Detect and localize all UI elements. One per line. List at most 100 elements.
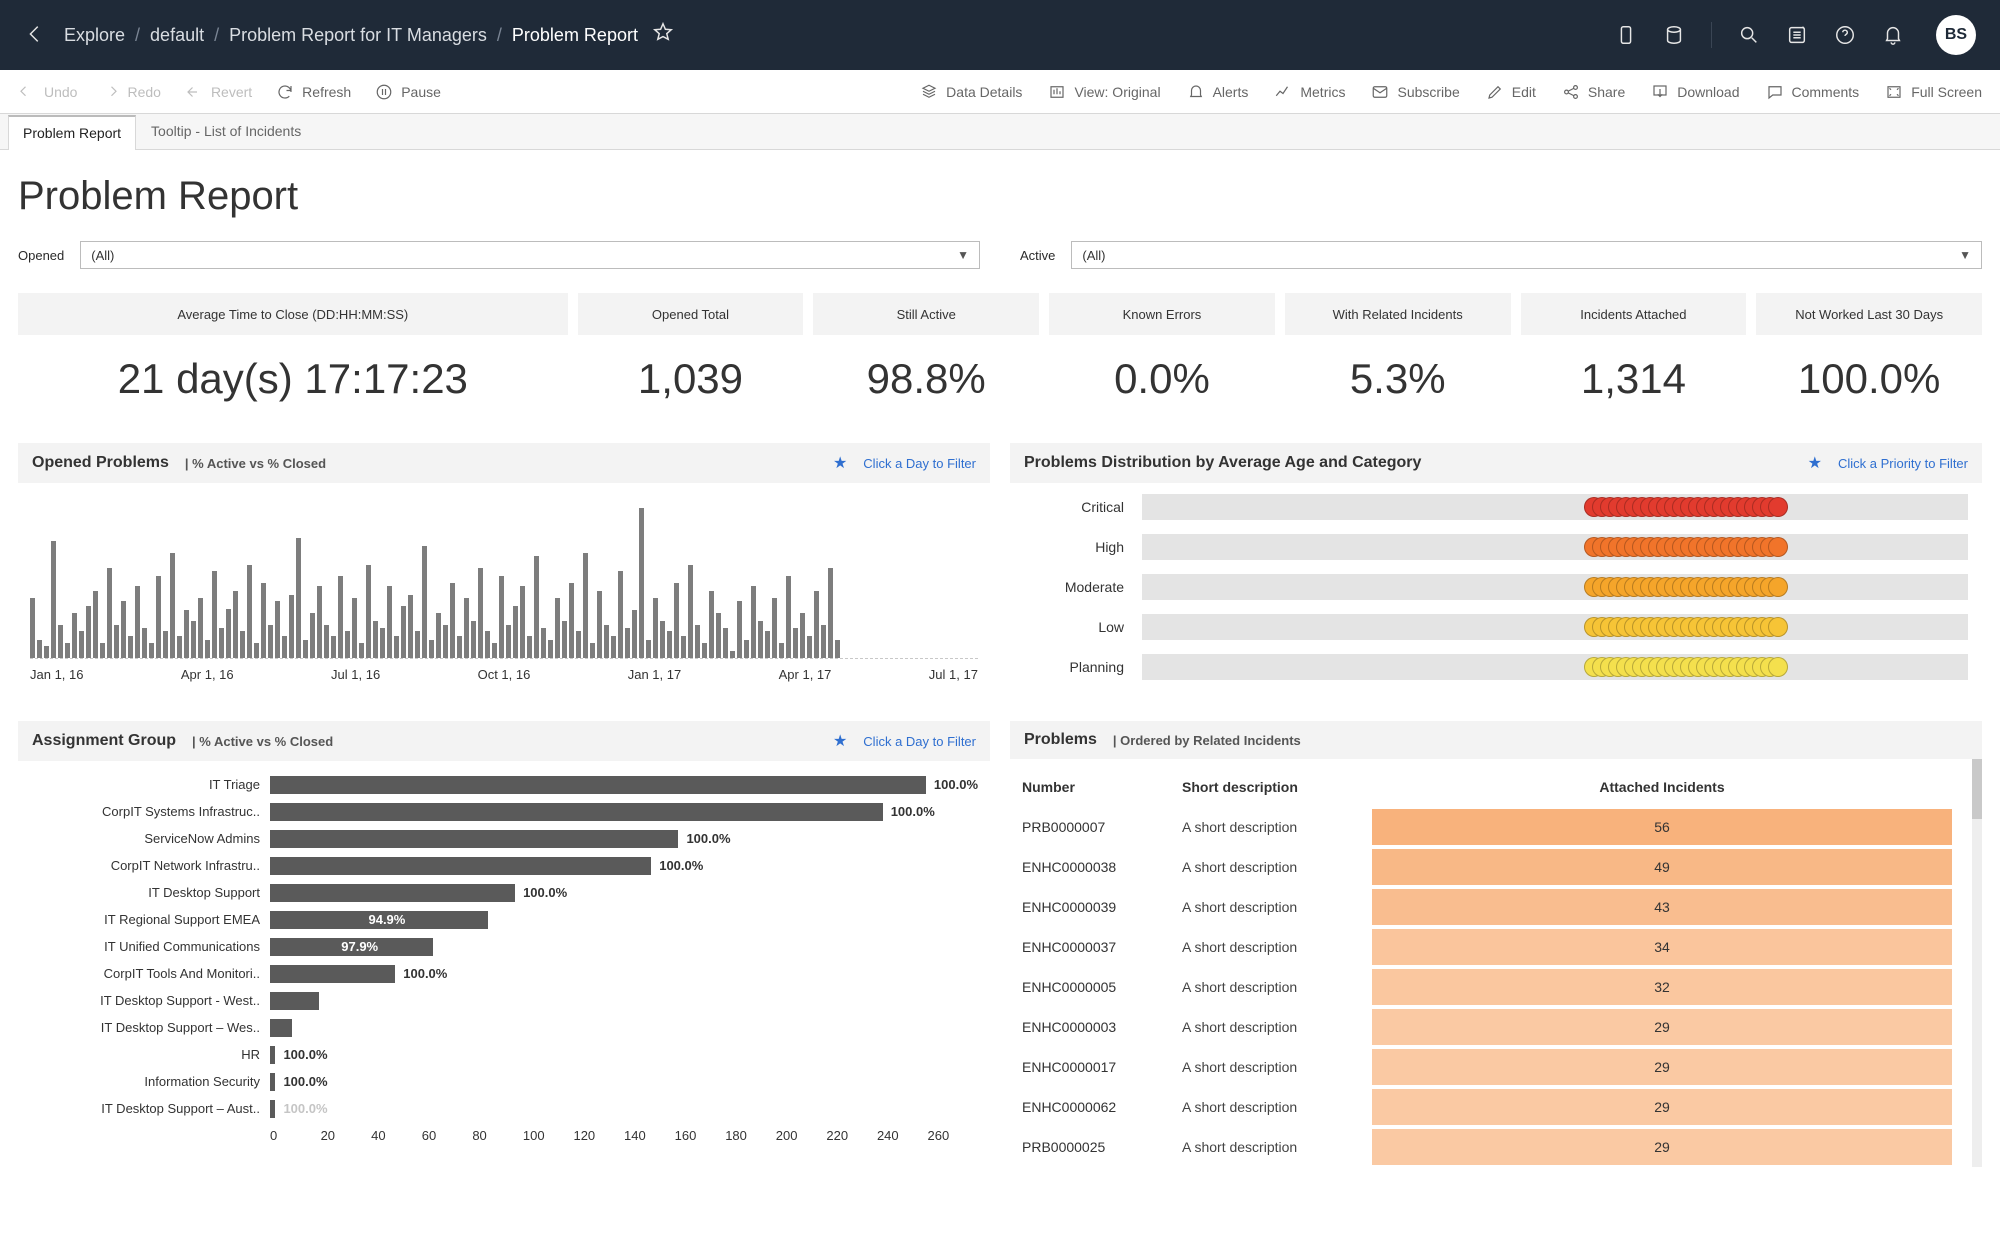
assign-bar[interactable]: 100.0%	[270, 884, 978, 902]
bar[interactable]	[576, 631, 581, 658]
bar[interactable]	[275, 601, 280, 658]
bar[interactable]	[527, 636, 532, 659]
opened-bars-chart[interactable]	[30, 489, 978, 659]
bar[interactable]	[681, 636, 686, 659]
table-row[interactable]: ENHC0000038A short description49	[1022, 847, 1952, 887]
filter-active-select[interactable]: (All) ▼	[1071, 241, 1982, 269]
bar[interactable]	[814, 591, 819, 659]
bar[interactable]	[625, 628, 630, 658]
bar[interactable]	[380, 628, 385, 658]
bar[interactable]	[534, 556, 539, 658]
bar[interactable]	[198, 598, 203, 658]
bar[interactable]	[751, 586, 756, 658]
undo-button[interactable]: Undo	[18, 83, 77, 101]
bar[interactable]	[107, 568, 112, 658]
avatar[interactable]: BS	[1936, 15, 1976, 55]
bar[interactable]	[233, 591, 238, 659]
bar[interactable]	[373, 621, 378, 659]
metrics-button[interactable]: Metrics	[1274, 83, 1345, 101]
search-icon[interactable]	[1738, 24, 1760, 46]
table-row[interactable]: PRB0000007A short description56	[1022, 807, 1952, 847]
bar[interactable]	[345, 631, 350, 658]
bar[interactable]	[639, 508, 644, 658]
bar[interactable]	[366, 565, 371, 658]
bar[interactable]	[597, 591, 602, 659]
bar[interactable]	[79, 631, 84, 658]
bar[interactable]	[44, 646, 49, 658]
revert-button[interactable]: Revert	[185, 83, 252, 101]
table-row[interactable]: ENHC0000017A short description29	[1022, 1047, 1952, 1087]
bar[interactable]	[86, 606, 91, 659]
help-icon[interactable]	[1834, 24, 1856, 46]
bar[interactable]	[142, 628, 147, 658]
download-button[interactable]: Download	[1651, 83, 1739, 101]
bar[interactable]	[758, 621, 763, 659]
bar[interactable]	[149, 643, 154, 658]
assignment-chart[interactable]: IT Triage 100.0%CorpIT Systems Infrastru…	[18, 761, 990, 1143]
bar[interactable]	[506, 625, 511, 658]
share-button[interactable]: Share	[1562, 83, 1625, 101]
bar[interactable]	[562, 621, 567, 659]
bar[interactable]	[415, 631, 420, 658]
bar[interactable]	[499, 576, 504, 659]
bar[interactable]	[240, 631, 245, 658]
distribution-chart[interactable]: Critical High Moderate Low Planning	[1010, 483, 1982, 701]
bar[interactable]	[464, 598, 469, 658]
bar[interactable]	[436, 613, 441, 658]
bar[interactable]	[513, 606, 518, 659]
bar[interactable]	[660, 621, 665, 659]
tab-problem-report[interactable]: Problem Report	[8, 115, 136, 150]
bar[interactable]	[695, 625, 700, 658]
bar[interactable]	[100, 643, 105, 658]
bar[interactable]	[289, 595, 294, 658]
bar[interactable]	[793, 628, 798, 658]
bar[interactable]	[821, 625, 826, 658]
bar[interactable]	[310, 613, 315, 658]
bar[interactable]	[443, 625, 448, 658]
bar[interactable]	[331, 636, 336, 659]
table-row[interactable]: ENHC0000062A short description29	[1022, 1087, 1952, 1127]
bar[interactable]	[709, 591, 714, 659]
bar[interactable]	[212, 571, 217, 658]
bar[interactable]	[72, 613, 77, 658]
table-row[interactable]: PRB0000025A short description29	[1022, 1127, 1952, 1167]
bar[interactable]	[520, 586, 525, 658]
bar[interactable]	[261, 583, 266, 658]
bar[interactable]	[555, 598, 560, 658]
scrollbar[interactable]	[1972, 759, 1982, 1167]
bar[interactable]	[674, 583, 679, 658]
bar[interactable]	[121, 601, 126, 658]
assign-bar[interactable]: 100.0%	[270, 1046, 978, 1064]
table-row[interactable]: ENHC0000003A short description29	[1022, 1007, 1952, 1047]
bar[interactable]	[471, 621, 476, 659]
assign-bar[interactable]: 100.0%	[270, 776, 978, 794]
bar[interactable]	[135, 586, 140, 658]
bar[interactable]	[93, 591, 98, 659]
bar[interactable]	[184, 610, 189, 658]
bar[interactable]	[765, 631, 770, 658]
redo-button[interactable]: Redo	[101, 83, 160, 101]
bar[interactable]	[37, 640, 42, 658]
bar[interactable]	[779, 643, 784, 658]
bar[interactable]	[632, 610, 637, 658]
bar[interactable]	[394, 636, 399, 659]
bar[interactable]	[156, 576, 161, 659]
assign-bar[interactable]: 100.0%	[270, 803, 978, 821]
assign-bar[interactable]	[270, 992, 978, 1010]
bar[interactable]	[541, 628, 546, 658]
bar[interactable]	[191, 621, 196, 659]
bar[interactable]	[317, 586, 322, 658]
bar[interactable]	[450, 583, 455, 658]
bar[interactable]	[800, 613, 805, 658]
bar[interactable]	[268, 625, 273, 658]
assign-filter-hint[interactable]: Click a Day to Filter	[863, 734, 976, 749]
crumb-default[interactable]: default	[150, 25, 204, 46]
dist-filter-hint[interactable]: Click a Priority to Filter	[1838, 456, 1968, 471]
refresh-button[interactable]: Refresh	[276, 83, 351, 101]
bar[interactable]	[702, 643, 707, 658]
crumb-explore[interactable]: Explore	[64, 25, 125, 46]
bar[interactable]	[352, 598, 357, 658]
priority-track[interactable]	[1142, 654, 1968, 680]
bar[interactable]	[737, 601, 742, 658]
bar[interactable]	[408, 595, 413, 658]
